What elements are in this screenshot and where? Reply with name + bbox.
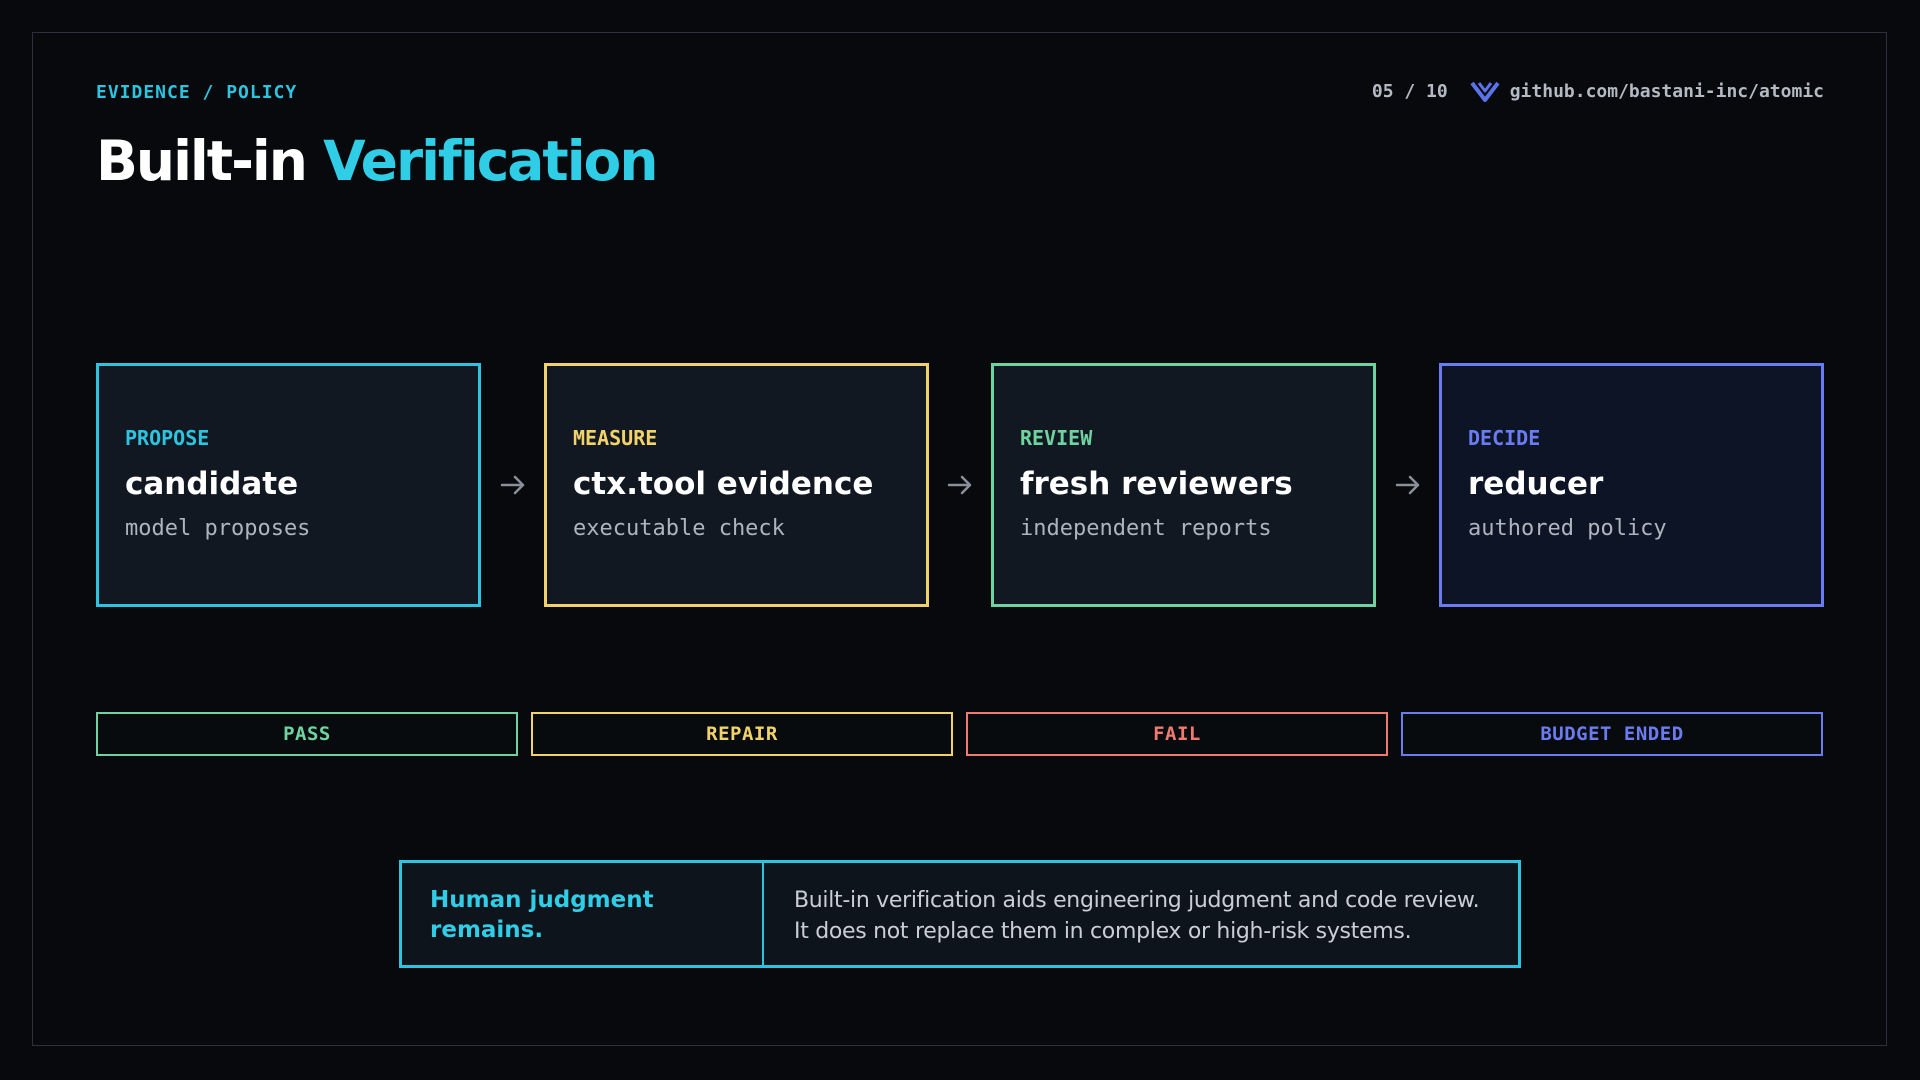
stage-heading: candidate	[125, 466, 299, 502]
human-judgment-note: Human judgment remains. Built-in verific…	[399, 860, 1521, 968]
note-body: Built-in verification aids engineering j…	[764, 863, 1480, 965]
outcome-budget-ended: BUDGET ENDED	[1401, 712, 1823, 756]
stage-subtitle: independent reports	[1020, 516, 1272, 541]
stage-propose: PROPOSE candidate model proposes	[96, 363, 481, 607]
section-label: EVIDENCE / POLICY	[96, 82, 298, 103]
stage-measure: MEASURE ctx.tool evidence executable che…	[544, 363, 929, 607]
stage-kicker: DECIDE	[1468, 426, 1541, 450]
stage-kicker: PROPOSE	[125, 426, 210, 450]
note-title: Human judgment remains.	[402, 863, 764, 965]
note-body-line: Built-in verification aids engineering j…	[794, 888, 1480, 913]
stage-heading: fresh reviewers	[1020, 466, 1293, 502]
stage-decide: DECIDE reducer authored policy	[1439, 363, 1824, 607]
stage-review: REVIEW fresh reviewers independent repor…	[991, 363, 1376, 607]
stage-heading: ctx.tool evidence	[573, 466, 874, 502]
stage-kicker: REVIEW	[1020, 426, 1093, 450]
title-part-2: Verification	[323, 129, 658, 193]
arrow-right-icon	[947, 475, 972, 495]
stage-kicker: MEASURE	[573, 426, 658, 450]
note-body-line: It does not replace them in complex or h…	[794, 919, 1412, 944]
atomic-logo-icon	[1470, 81, 1500, 102]
outcome-fail: FAIL	[966, 712, 1388, 756]
stage-subtitle: model proposes	[125, 516, 311, 541]
arrow-right-icon	[1395, 475, 1420, 495]
arrow-right-icon	[500, 475, 525, 495]
note-title-line: Human judgment	[430, 887, 654, 913]
title-part-1: Built-in	[96, 129, 308, 193]
stage-subtitle: authored policy	[1468, 516, 1667, 541]
stage-heading: reducer	[1468, 466, 1604, 502]
header-right: 05 / 10 github.com/bastani-inc/atomic	[1372, 80, 1824, 102]
page-indicator: 05 / 10	[1371, 80, 1448, 102]
repo-link[interactable]: github.com/bastani-inc/atomic	[1510, 81, 1824, 102]
page-title: Built-in Verification	[96, 126, 659, 196]
note-title-line: remains.	[430, 917, 544, 943]
stage-subtitle: executable check	[573, 516, 785, 541]
outcome-pass: PASS	[96, 712, 518, 756]
outcome-repair: REPAIR	[531, 712, 953, 756]
